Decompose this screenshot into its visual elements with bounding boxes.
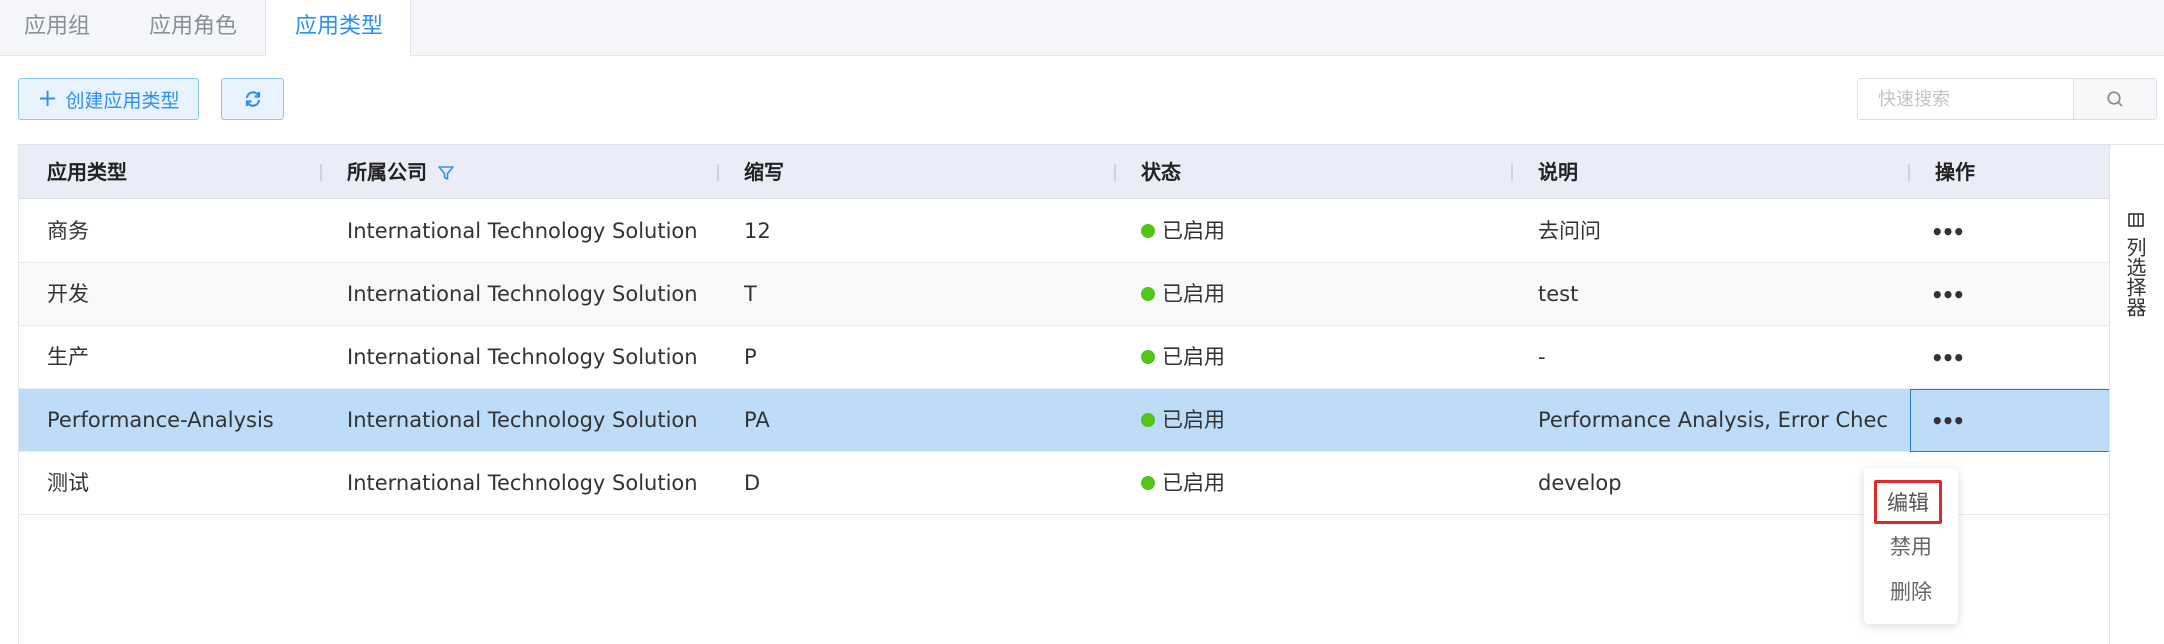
- status-text: 已启用: [1162, 471, 1225, 495]
- col-header-type: 应用类型: [47, 160, 127, 184]
- status-dot: [1141, 223, 1155, 238]
- cell-status: 已启用: [1141, 263, 1225, 326]
- table-row[interactable]: 商务 International Technology Solution ...…: [19, 200, 2110, 263]
- cell-type: 测试: [47, 471, 89, 495]
- cell-company: International Technology Solution ...: [347, 219, 697, 243]
- row-action-menu: 编辑 禁用 删除: [1864, 468, 1958, 624]
- col-header-company: 所属公司: [347, 160, 427, 184]
- cell-abbr: 12: [744, 219, 771, 243]
- columns-icon: [2128, 213, 2144, 227]
- cell-type: Performance-Analysis: [47, 408, 274, 432]
- table-row-selected[interactable]: Performance-Analysis International Techn…: [19, 389, 2110, 452]
- menu-item-delete[interactable]: 删除: [1864, 576, 1958, 606]
- more-actions-icon[interactable]: •••: [1931, 326, 1965, 389]
- table-row[interactable]: 测试 International Technology Solution ...…: [19, 452, 2110, 515]
- app-type-table: 应用类型 所属公司 缩写 状态 说明 操作 商务 International T…: [18, 144, 2110, 644]
- status-text: 已启用: [1162, 408, 1225, 432]
- more-actions-icon[interactable]: •••: [1931, 200, 1965, 263]
- create-app-type-label: 创建应用类型: [65, 89, 180, 112]
- cell-desc: -: [1538, 345, 1546, 369]
- cell-status: 已启用: [1141, 200, 1225, 263]
- more-actions-icon[interactable]: •••: [1931, 389, 1965, 452]
- cell-status: 已启用: [1141, 326, 1225, 389]
- menu-item-disable[interactable]: 禁用: [1864, 531, 1958, 561]
- cell-abbr: D: [744, 471, 761, 495]
- col-resize-handle[interactable]: [1114, 164, 1116, 181]
- cell-abbr: PA: [744, 408, 770, 432]
- cell-status: 已启用: [1141, 389, 1225, 452]
- menu-item-edit[interactable]: 编辑: [1874, 480, 1942, 524]
- plus-icon: +: [37, 84, 58, 112]
- status-text: 已启用: [1162, 282, 1225, 306]
- refresh-button[interactable]: [221, 78, 284, 120]
- cell-abbr: T: [744, 282, 757, 306]
- column-selector-label: 列选择器: [2123, 237, 2147, 317]
- cell-desc: test: [1538, 282, 1579, 306]
- more-actions-icon[interactable]: •••: [1931, 263, 1965, 326]
- tab-bar: 应用组 应用角色 应用类型: [0, 0, 2164, 57]
- cell-type: 生产: [47, 345, 89, 369]
- status-dot: [1141, 412, 1155, 427]
- col-header-desc: 说明: [1538, 160, 1578, 184]
- search-input[interactable]: [1857, 78, 2073, 120]
- col-header-abbr: 缩写: [744, 160, 784, 184]
- cell-company: International Technology Solution ...: [347, 282, 697, 306]
- col-header-action: 操作: [1935, 160, 1975, 184]
- cell-desc: Performance Analysis, Error Checki...: [1538, 408, 1888, 432]
- table-row[interactable]: 开发 International Technology Solution ...…: [19, 263, 2110, 326]
- cell-company: International Technology Solution ...: [347, 345, 697, 369]
- table-row[interactable]: 生产 International Technology Solution ...…: [19, 326, 2110, 389]
- cell-company: International Technology Solution ...: [347, 471, 697, 495]
- col-resize-handle[interactable]: [1511, 164, 1513, 181]
- cell-desc: 去问问: [1538, 219, 1601, 243]
- status-dot: [1141, 286, 1155, 301]
- col-resize-handle[interactable]: [320, 164, 322, 181]
- cell-company: International Technology Solution ...: [347, 408, 697, 432]
- table-header: 应用类型 所属公司 缩写 状态 说明 操作: [19, 145, 2110, 199]
- status-text: 已启用: [1162, 219, 1225, 243]
- status-text: 已启用: [1162, 345, 1225, 369]
- search-button[interactable]: [2073, 78, 2157, 120]
- refresh-icon: [245, 91, 260, 107]
- search-icon: [2107, 91, 2123, 107]
- cell-desc: develop: [1538, 471, 1622, 495]
- cell-type: 开发: [47, 282, 89, 306]
- status-dot: [1141, 349, 1155, 364]
- col-resize-handle[interactable]: [1908, 164, 1910, 181]
- cell-type: 商务: [47, 219, 89, 243]
- status-dot: [1141, 475, 1155, 490]
- cell-abbr: P: [744, 345, 757, 369]
- column-selector[interactable]: 列选择器: [2109, 144, 2164, 644]
- cell-status: 已启用: [1141, 452, 1225, 515]
- tab-app-group[interactable]: 应用组: [24, 0, 90, 56]
- filter-icon[interactable]: [437, 164, 455, 182]
- tab-app-role[interactable]: 应用角色: [149, 0, 237, 56]
- tab-app-type[interactable]: 应用类型: [265, 0, 411, 57]
- col-header-status: 状态: [1141, 160, 1181, 184]
- search-box: [1857, 78, 2157, 120]
- col-resize-handle[interactable]: [717, 164, 719, 181]
- create-app-type-button[interactable]: + 创建应用类型: [18, 78, 199, 120]
